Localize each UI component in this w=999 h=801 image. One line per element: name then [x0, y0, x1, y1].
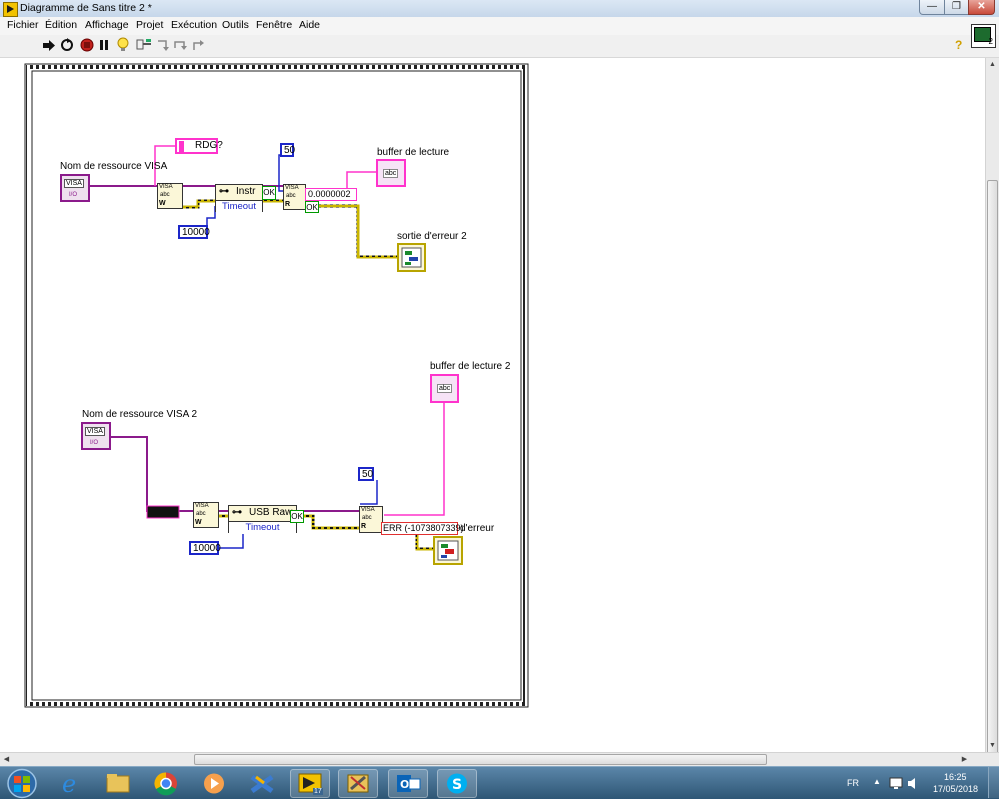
minimize-button[interactable]: — — [919, 0, 945, 15]
menu-outils[interactable]: Outils — [222, 19, 249, 31]
media-player-icon[interactable] — [194, 769, 234, 798]
windows-taskbar: e 17 O S FR ▲ 16:25 17/05/2018 — [0, 766, 999, 799]
property-timeout-field-2[interactable]: Timeout — [229, 521, 296, 534]
menu-projet[interactable]: Projet — [136, 19, 163, 31]
menu-affichage[interactable]: Affichage — [85, 19, 129, 31]
scroll-left-icon[interactable]: ◀ — [0, 753, 13, 766]
scroll-down-icon[interactable]: ▼ — [986, 739, 999, 752]
buffer-indicator-top[interactable]: abc — [376, 159, 406, 187]
timeout-constant-top[interactable]: 10000 — [178, 225, 210, 239]
menu-bar: Fichier Édition Affichage Projet Exécuti… — [0, 17, 999, 35]
visa-resource-control[interactable]: VISA I/O — [60, 174, 90, 202]
buffer-label-bottom: buffer de lecture 2 — [430, 361, 511, 372]
menu-execution[interactable]: Exécution — [171, 19, 217, 31]
abort-icon[interactable] — [80, 38, 94, 52]
error-wire-top[interactable] — [182, 199, 217, 209]
visa-write-node-2[interactable]: VISA abc W — [193, 502, 219, 528]
labview-tools-icon[interactable] — [338, 769, 378, 798]
run-continuously-icon[interactable] — [60, 38, 74, 52]
retain-wire-values-icon[interactable] — [136, 38, 152, 52]
count-constant-top[interactable]: 50 — [280, 143, 295, 157]
ok-indicator-3: OK — [290, 510, 304, 523]
horizontal-scrollbar[interactable]: ◀ ▶ — [0, 752, 999, 766]
scroll-up-icon[interactable]: ▲ — [986, 58, 999, 71]
skype-icon[interactable]: S — [437, 769, 477, 798]
connector-pane-icon[interactable]: 2 — [971, 24, 996, 48]
volume-icon[interactable] — [907, 777, 919, 790]
visa-read-node[interactable]: VISA abc R — [283, 184, 306, 210]
step-over-icon[interactable] — [173, 38, 187, 52]
visa-resource-control-2[interactable]: VISA I/O — [81, 422, 111, 450]
outlook-icon[interactable]: O — [388, 769, 428, 798]
internet-explorer-icon[interactable]: e — [50, 769, 90, 798]
vpn-client-icon[interactable] — [242, 769, 282, 798]
maximize-button[interactable]: ❐ — [944, 0, 969, 15]
buffer-label-top: buffer de lecture — [377, 147, 450, 158]
scroll-right-icon[interactable]: ▶ — [958, 753, 971, 766]
run-arrow-icon[interactable] — [42, 39, 56, 52]
read-probe-value: 0.0000002 — [305, 188, 357, 201]
timeout-constant-bottom[interactable]: 10000 — [189, 541, 221, 555]
vertical-scroll-thumb[interactable] — [987, 180, 998, 770]
help-icon[interactable]: ? — [955, 38, 966, 52]
labview-icon[interactable]: 17 — [290, 769, 330, 798]
svg-text:S: S — [452, 777, 462, 793]
menu-edition[interactable]: Édition — [45, 19, 77, 31]
window-titlebar[interactable]: Diagramme de Sans titre 2 * — ❐ ✕ — [0, 0, 999, 18]
visa-read-node-2[interactable]: VISA abc R — [359, 506, 383, 533]
ok-indicator-2: OK — [305, 201, 319, 213]
error-out-label-bottom: d'erreur — [460, 523, 495, 534]
count-constant-bottom[interactable]: 50 — [358, 467, 374, 481]
language-indicator[interactable]: FR — [847, 778, 859, 788]
ok-indicator-1: OK — [262, 186, 276, 200]
clock-date[interactable]: 17/05/2018 — [933, 784, 978, 794]
property-timeout-field[interactable]: Timeout — [216, 200, 262, 213]
visa-resource-label: Nom de ressource VISA — [60, 161, 168, 172]
error-cluster-icon — [401, 247, 422, 268]
lightbulb-icon[interactable] — [116, 37, 130, 53]
rdg-string-constant[interactable]: RDG? — [175, 138, 223, 154]
menu-aide[interactable]: Aide — [299, 19, 320, 31]
toolbar — [0, 35, 999, 58]
show-desktop-button[interactable] — [988, 767, 999, 798]
chrome-icon[interactable] — [146, 769, 186, 798]
visa-wire-bottom[interactable] — [110, 436, 193, 512]
block-diagram-canvas[interactable]: Nom de ressource VISA VISA I/O RDG? VISA… — [0, 58, 985, 752]
close-button[interactable]: ✕ — [968, 0, 995, 15]
labview-app-icon — [3, 2, 18, 17]
file-explorer-icon[interactable] — [98, 769, 138, 798]
start-button[interactable] — [5, 768, 39, 799]
visa-resource-label-2: Nom de ressource VISA 2 — [82, 409, 198, 420]
vertical-scrollbar[interactable]: ▲ ▼ — [985, 58, 999, 770]
clock-time[interactable]: 16:25 — [944, 772, 967, 782]
error-out-indicator-top[interactable] — [397, 243, 426, 272]
svg-text:e: e — [62, 770, 76, 798]
property-node-instr[interactable]: ⊶ Instr Timeout — [215, 184, 263, 213]
menu-fenetre[interactable]: Fenêtre — [256, 19, 292, 31]
visa-write-node[interactable]: VISA abc W — [157, 183, 183, 209]
error-probe: ERR (-1073807339) — [381, 522, 464, 535]
buffer-indicator-bottom[interactable]: abc — [430, 374, 459, 403]
property-node-usb-raw[interactable]: ⊶ USB Raw Timeout — [228, 505, 297, 534]
error-out-indicator-bottom[interactable] — [433, 536, 463, 565]
horizontal-scroll-thumb[interactable] — [194, 754, 767, 765]
network-icon[interactable] — [889, 777, 903, 790]
window-title: Diagramme de Sans titre 2 * — [20, 2, 152, 14]
empty-string-constant[interactable] — [146, 505, 180, 519]
error-out-label-top: sortie d'erreur 2 — [397, 231, 467, 242]
svg-text:O: O — [400, 778, 409, 791]
error-cluster-icon-2 — [437, 540, 459, 561]
step-into-icon[interactable] — [156, 38, 170, 52]
show-hidden-icons-icon[interactable]: ▲ — [873, 777, 881, 786]
step-out-icon[interactable] — [191, 38, 205, 52]
pause-icon[interactable] — [98, 39, 110, 51]
string-wire-read-2[interactable] — [384, 403, 445, 516]
menu-fichier[interactable]: Fichier — [7, 19, 39, 31]
